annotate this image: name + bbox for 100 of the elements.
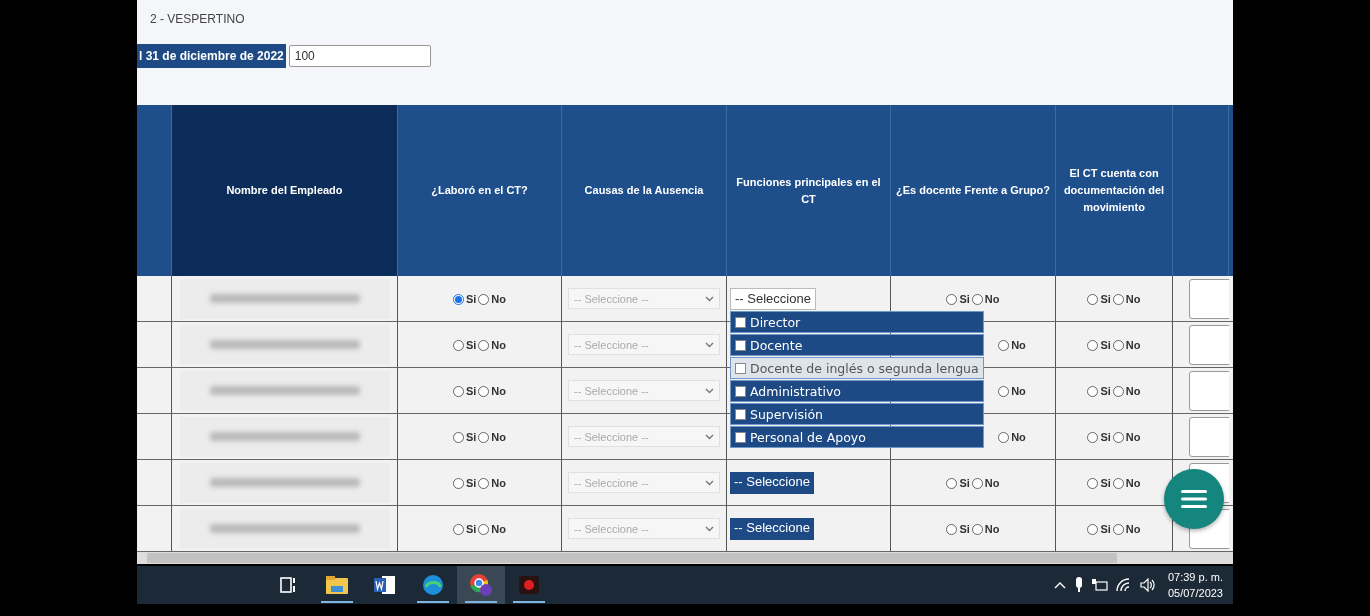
radio-button[interactable] <box>478 431 490 443</box>
radio-label: Si <box>959 522 970 535</box>
radio-label: Si <box>1100 430 1111 443</box>
radio-button[interactable] <box>971 523 983 535</box>
microphone-icon[interactable] <box>1073 577 1084 593</box>
radio-label: No <box>1011 384 1026 397</box>
clock-date[interactable]: 05/07/2023 <box>1167 585 1223 601</box>
radio-label: Si <box>465 292 477 305</box>
radio-label: No <box>491 476 507 489</box>
date-label: l 31 de diciembre de 2022 <box>137 44 286 68</box>
browser-profile-icon <box>469 573 493 597</box>
radio-label: No <box>1125 522 1141 535</box>
dropdown-option[interactable]: Director <box>730 311 984 333</box>
dropdown-option[interactable]: Docente <box>730 334 984 356</box>
wave-circle-icon <box>422 574 444 596</box>
radio-label: No <box>984 292 1000 305</box>
radio-label: No <box>491 384 507 397</box>
radio-button[interactable] <box>1087 431 1099 443</box>
radio-label: No <box>984 476 1000 489</box>
radio-label: Si <box>959 292 970 305</box>
radio-button[interactable] <box>478 339 490 351</box>
radio-label: Si <box>1100 292 1111 305</box>
radio-button[interactable] <box>1087 477 1099 489</box>
folder-icon <box>326 576 348 594</box>
radio-button[interactable] <box>998 431 1010 443</box>
radio-button[interactable] <box>1112 431 1124 443</box>
checkbox[interactable] <box>735 362 746 374</box>
checkbox[interactable] <box>735 431 746 443</box>
radio-button[interactable] <box>1112 339 1124 351</box>
radio-button[interactable] <box>478 385 490 397</box>
dropdown-option[interactable]: Personal de Apoyo <box>730 426 984 448</box>
radio-button[interactable] <box>971 477 983 489</box>
radio-button[interactable] <box>452 477 464 489</box>
radio-button[interactable] <box>478 477 490 489</box>
radio-button[interactable] <box>1112 523 1124 535</box>
radio-label: No <box>1125 338 1141 351</box>
radio-button[interactable] <box>452 523 464 535</box>
radio-label: Si <box>1100 338 1111 351</box>
radio-label: Si <box>1100 476 1111 489</box>
shift-text: 2 - VESPERTINO <box>150 12 246 26</box>
radio-button[interactable] <box>452 385 464 397</box>
radio-button[interactable] <box>998 385 1010 397</box>
menu-icon <box>1181 489 1207 509</box>
radio-label: Si <box>1100 384 1111 397</box>
dropdown-select[interactable]: -- Seleccione <box>730 471 814 494</box>
dropdown-option[interactable]: Administrativo <box>730 380 984 402</box>
radio-button[interactable] <box>1087 385 1099 397</box>
radio-label: No <box>1011 338 1026 351</box>
radio-button[interactable] <box>946 523 958 535</box>
chevron-down-icon <box>705 479 714 486</box>
radio-label: No <box>1125 292 1141 305</box>
radio-label: Si <box>465 476 477 489</box>
radio-button[interactable] <box>1087 293 1099 305</box>
radio-button[interactable] <box>1087 339 1099 351</box>
radio-button[interactable] <box>971 293 983 305</box>
radio-button[interactable] <box>1112 385 1124 397</box>
record-icon <box>518 575 540 595</box>
chevron-up-icon[interactable] <box>1053 581 1066 589</box>
scrollbar-thumb[interactable] <box>147 553 1117 563</box>
checkbox[interactable] <box>735 408 746 420</box>
radio-button[interactable] <box>452 339 464 351</box>
radio-button[interactable] <box>478 293 490 305</box>
input-field[interactable]: 100 <box>288 45 431 67</box>
wifi-icon[interactable] <box>1115 578 1132 592</box>
radio-button[interactable] <box>478 523 490 535</box>
radio-label: Si <box>959 476 970 489</box>
speaker-icon[interactable] <box>1139 578 1156 592</box>
radio-label: No <box>491 430 507 443</box>
radio-button[interactable] <box>946 293 958 305</box>
dropdown-option[interactable]: Supervisión <box>730 403 984 425</box>
radio-label: Si <box>465 338 477 351</box>
radio-label: No <box>491 292 507 305</box>
radio-button[interactable] <box>998 339 1010 351</box>
radio-button[interactable] <box>452 431 464 443</box>
radio-label: No <box>1125 384 1141 397</box>
radio-label: No <box>491 522 507 535</box>
chevron-down-icon <box>705 295 714 302</box>
clock-time[interactable]: 07:39 p. m. <box>1167 569 1223 585</box>
radio-button[interactable] <box>452 293 464 305</box>
checkbox[interactable] <box>735 316 746 328</box>
radio-label: No <box>984 522 1000 535</box>
radio-button[interactable] <box>1112 293 1124 305</box>
battery-plug-icon[interactable] <box>1091 579 1108 591</box>
radio-label: No <box>491 338 507 351</box>
radio-button[interactable] <box>946 477 958 489</box>
chevron-down-icon <box>705 341 714 348</box>
radio-button[interactable] <box>1112 477 1124 489</box>
chevron-down-icon <box>705 387 714 394</box>
checkbox[interactable] <box>735 339 746 351</box>
checkbox[interactable] <box>735 385 746 397</box>
task-view-icon <box>280 577 298 593</box>
radio-label: No <box>1011 430 1026 443</box>
document-icon <box>374 575 396 595</box>
dropdown-select[interactable]: -- Seleccione <box>730 287 816 310</box>
column-header: Nombre del Empleado <box>172 105 398 276</box>
dropdown-option[interactable]: Docente de inglés o segunda lengua <box>730 357 984 379</box>
radio-label: Si <box>465 430 477 443</box>
radio-button[interactable] <box>1087 523 1099 535</box>
dropdown-select[interactable]: -- Seleccione <box>730 517 814 540</box>
radio-label: Si <box>465 384 477 397</box>
